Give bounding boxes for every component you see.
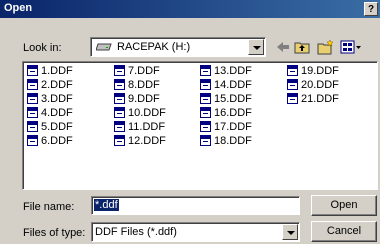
file-icon	[287, 65, 298, 76]
file-icon	[200, 135, 211, 146]
file-icon	[200, 107, 211, 118]
file-icon	[114, 65, 125, 76]
open-button[interactable]: Open	[311, 195, 377, 216]
file-name-value: *.ddf	[94, 199, 119, 211]
up-folder-icon[interactable]	[294, 39, 310, 55]
file-icon	[287, 93, 298, 104]
look-in-label: Look in:	[23, 42, 62, 54]
file-icon	[27, 107, 38, 118]
file-type-value: DDF Files (*.ddf)	[95, 226, 177, 238]
file-icon	[200, 121, 211, 132]
file-type-label: Files of type:	[23, 227, 86, 239]
new-folder-icon[interactable]	[317, 39, 335, 55]
file-icon	[114, 121, 125, 132]
help-button[interactable]: ?	[364, 2, 378, 16]
file-icon	[114, 93, 125, 104]
file-name-label: File name:	[23, 201, 75, 213]
views-menu-icon[interactable]	[340, 39, 362, 55]
file-icon	[27, 121, 38, 132]
chevron-down-icon[interactable]	[282, 224, 298, 240]
file-icon	[114, 135, 125, 146]
file-name-input[interactable]: *.ddf	[91, 196, 300, 215]
chevron-down-icon[interactable]	[248, 39, 264, 55]
file-icon	[200, 65, 211, 76]
look-in-value: RACEPAK (H:)	[117, 41, 191, 53]
file-icon	[27, 79, 38, 90]
file-icon	[287, 79, 298, 90]
drive-icon	[96, 43, 112, 51]
file-icon	[114, 79, 125, 90]
look-in-dropdown[interactable]: RACEPAK (H:)	[90, 37, 266, 57]
title-bar[interactable]: Open ?	[0, 0, 380, 18]
file-icon	[27, 65, 38, 76]
back-icon[interactable]	[276, 39, 290, 55]
open-dialog: Open ? Look in: RACEPAK (H:) 1.DDF 2.DDF…	[0, 0, 380, 244]
cancel-button[interactable]: Cancel	[311, 221, 377, 242]
file-icon	[200, 93, 211, 104]
file-icon	[200, 79, 211, 90]
file-list[interactable]: 1.DDF 2.DDF 3.DDF 4.DDF 5.DDF 6.DDF 7.DD…	[22, 61, 378, 190]
file-type-dropdown[interactable]: DDF Files (*.ddf)	[91, 222, 300, 242]
file-icon	[27, 93, 38, 104]
file-icon	[114, 107, 125, 118]
file-icon	[27, 135, 38, 146]
window-title: Open	[4, 2, 33, 14]
